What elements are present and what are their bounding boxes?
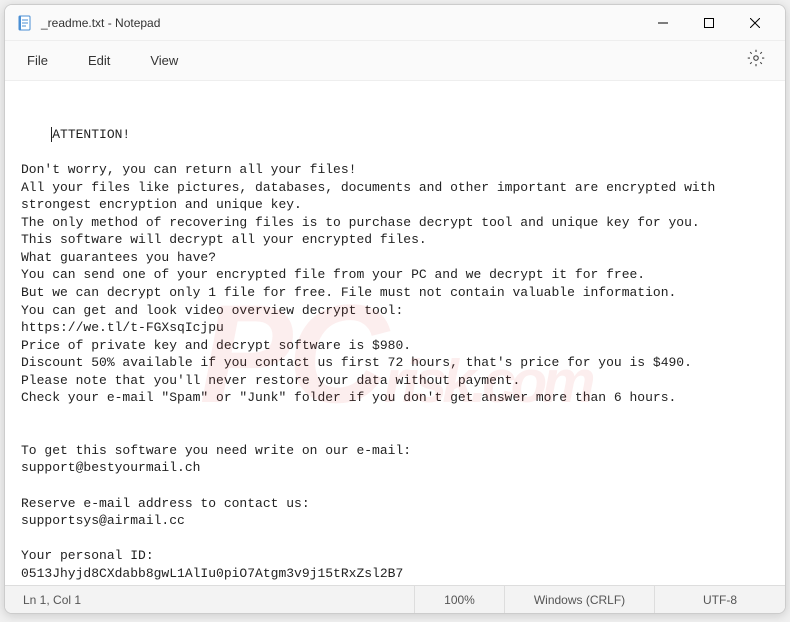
status-line-ending: Windows (CRLF) xyxy=(505,586,655,613)
status-zoom: 100% xyxy=(415,586,505,613)
maximize-button[interactable] xyxy=(687,8,731,38)
statusbar: Ln 1, Col 1 100% Windows (CRLF) UTF-8 xyxy=(5,585,785,613)
window-controls xyxy=(641,8,777,38)
close-icon xyxy=(750,18,760,28)
menu-edit[interactable]: Edit xyxy=(82,49,116,72)
settings-button[interactable] xyxy=(743,45,769,76)
menubar: File Edit View xyxy=(5,41,785,81)
close-button[interactable] xyxy=(733,8,777,38)
titlebar: _readme.txt - Notepad xyxy=(5,5,785,41)
gear-icon xyxy=(747,49,765,67)
status-position: Ln 1, Col 1 xyxy=(5,586,415,613)
menu-file[interactable]: File xyxy=(21,49,54,72)
minimize-button[interactable] xyxy=(641,8,685,38)
maximize-icon xyxy=(704,18,714,28)
minimize-icon xyxy=(658,18,668,28)
text-area[interactable]: PCrisk.com ATTENTION! Don't worry, you c… xyxy=(5,81,785,585)
window-title: _readme.txt - Notepad xyxy=(41,16,641,30)
document-text: ATTENTION! Don't worry, you can return a… xyxy=(21,127,723,581)
notepad-icon xyxy=(17,15,33,31)
notepad-window: _readme.txt - Notepad File Edit View xyxy=(4,4,786,614)
menu-view[interactable]: View xyxy=(144,49,184,72)
status-encoding: UTF-8 xyxy=(655,586,785,613)
